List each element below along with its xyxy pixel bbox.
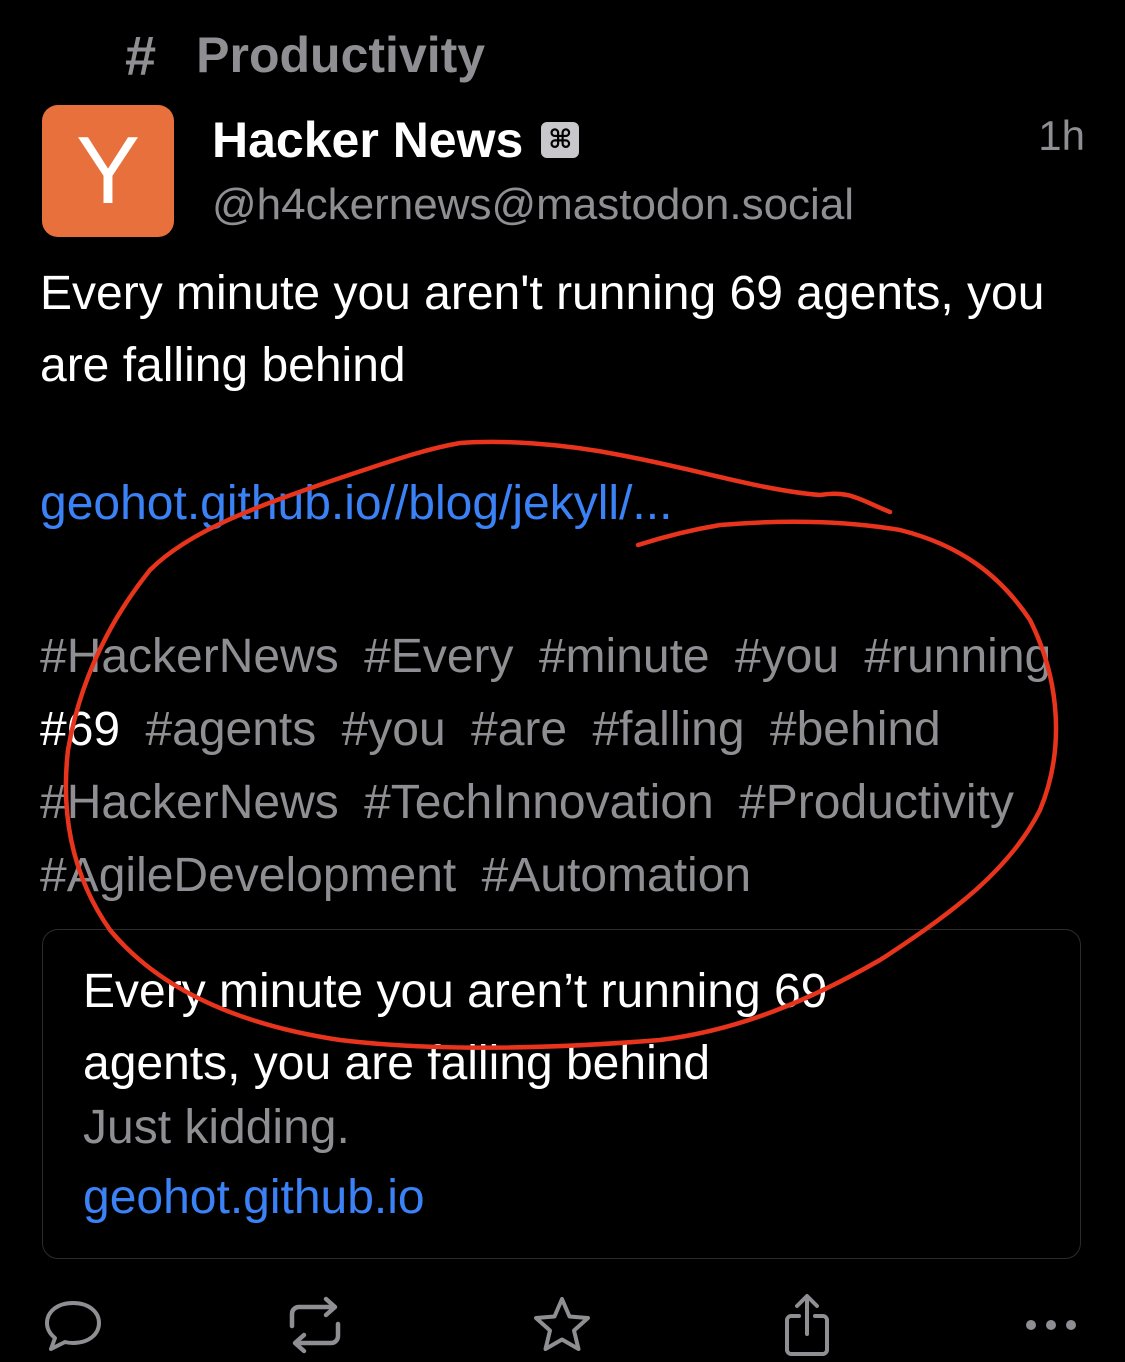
card-url: geohot.github.io: [83, 1171, 425, 1224]
hashtag-link[interactable]: #falling: [592, 703, 744, 756]
link-preview-card[interactable]: Every minute you aren’t running 69 agent…: [42, 929, 1081, 1259]
hashtag-link[interactable]: #Automation: [482, 849, 752, 902]
timeline-tag-header[interactable]: # Productivity: [125, 22, 485, 88]
author-handle[interactable]: @h4ckernews@mastodon.social: [212, 180, 854, 230]
hashtag-link[interactable]: #Every: [364, 630, 513, 683]
hashtag-link[interactable]: #Productivity: [739, 776, 1014, 829]
hashtag-link[interactable]: #agents: [145, 703, 316, 756]
ellipsis-icon: [1026, 1320, 1076, 1330]
post-action-bar: [0, 1290, 1125, 1360]
repeat-icon: [289, 1296, 341, 1354]
post-timestamp: 1h: [1038, 112, 1085, 159]
avatar-letter: Y: [75, 117, 141, 224]
share-button[interactable]: [772, 1290, 842, 1360]
boost-button[interactable]: [280, 1290, 350, 1360]
speech-bubble-icon: [45, 1301, 101, 1351]
hashtag-link[interactable]: #HackerNews: [40, 630, 339, 683]
bot-badge-icon: ⌘: [541, 122, 580, 158]
author-name-row[interactable]: Hacker News ⌘: [212, 108, 580, 172]
hashtag-link[interactable]: #HackerNews: [40, 776, 339, 829]
display-name: Hacker News: [212, 112, 524, 168]
hashtag-link[interactable]: #minute: [539, 630, 710, 683]
post-link[interactable]: geohot.github.io//blog/jekyll/...: [40, 476, 672, 531]
hashtag-link[interactable]: #69: [40, 703, 120, 756]
share-icon: [785, 1294, 829, 1356]
hashtag-link[interactable]: #are: [471, 703, 567, 756]
post-body: Every minute you aren't running 69 agent…: [40, 267, 1045, 392]
hashtag-link[interactable]: #you: [342, 703, 446, 756]
hashtag-link[interactable]: #behind: [770, 703, 941, 756]
card-title: Every minute you aren’t running 69 agent…: [83, 965, 828, 1090]
avatar[interactable]: Y: [42, 105, 174, 237]
reply-button[interactable]: [38, 1290, 108, 1360]
card-description: Just kidding.: [83, 1101, 350, 1154]
hashtag-link[interactable]: #AgileDevelopment: [40, 849, 456, 902]
favourite-button[interactable]: [527, 1290, 597, 1360]
more-button[interactable]: [1016, 1290, 1086, 1360]
star-icon: [534, 1297, 590, 1351]
hashtag-icon: #: [125, 23, 157, 87]
hashtag-link[interactable]: #running: [864, 630, 1051, 683]
hashtag-link[interactable]: #TechInnovation: [364, 776, 714, 829]
tag-title: Productivity: [196, 27, 486, 83]
hashtag-list: #HackerNews #Every #minute #you #running…: [40, 620, 1100, 912]
hashtag-link[interactable]: #you: [735, 630, 839, 683]
